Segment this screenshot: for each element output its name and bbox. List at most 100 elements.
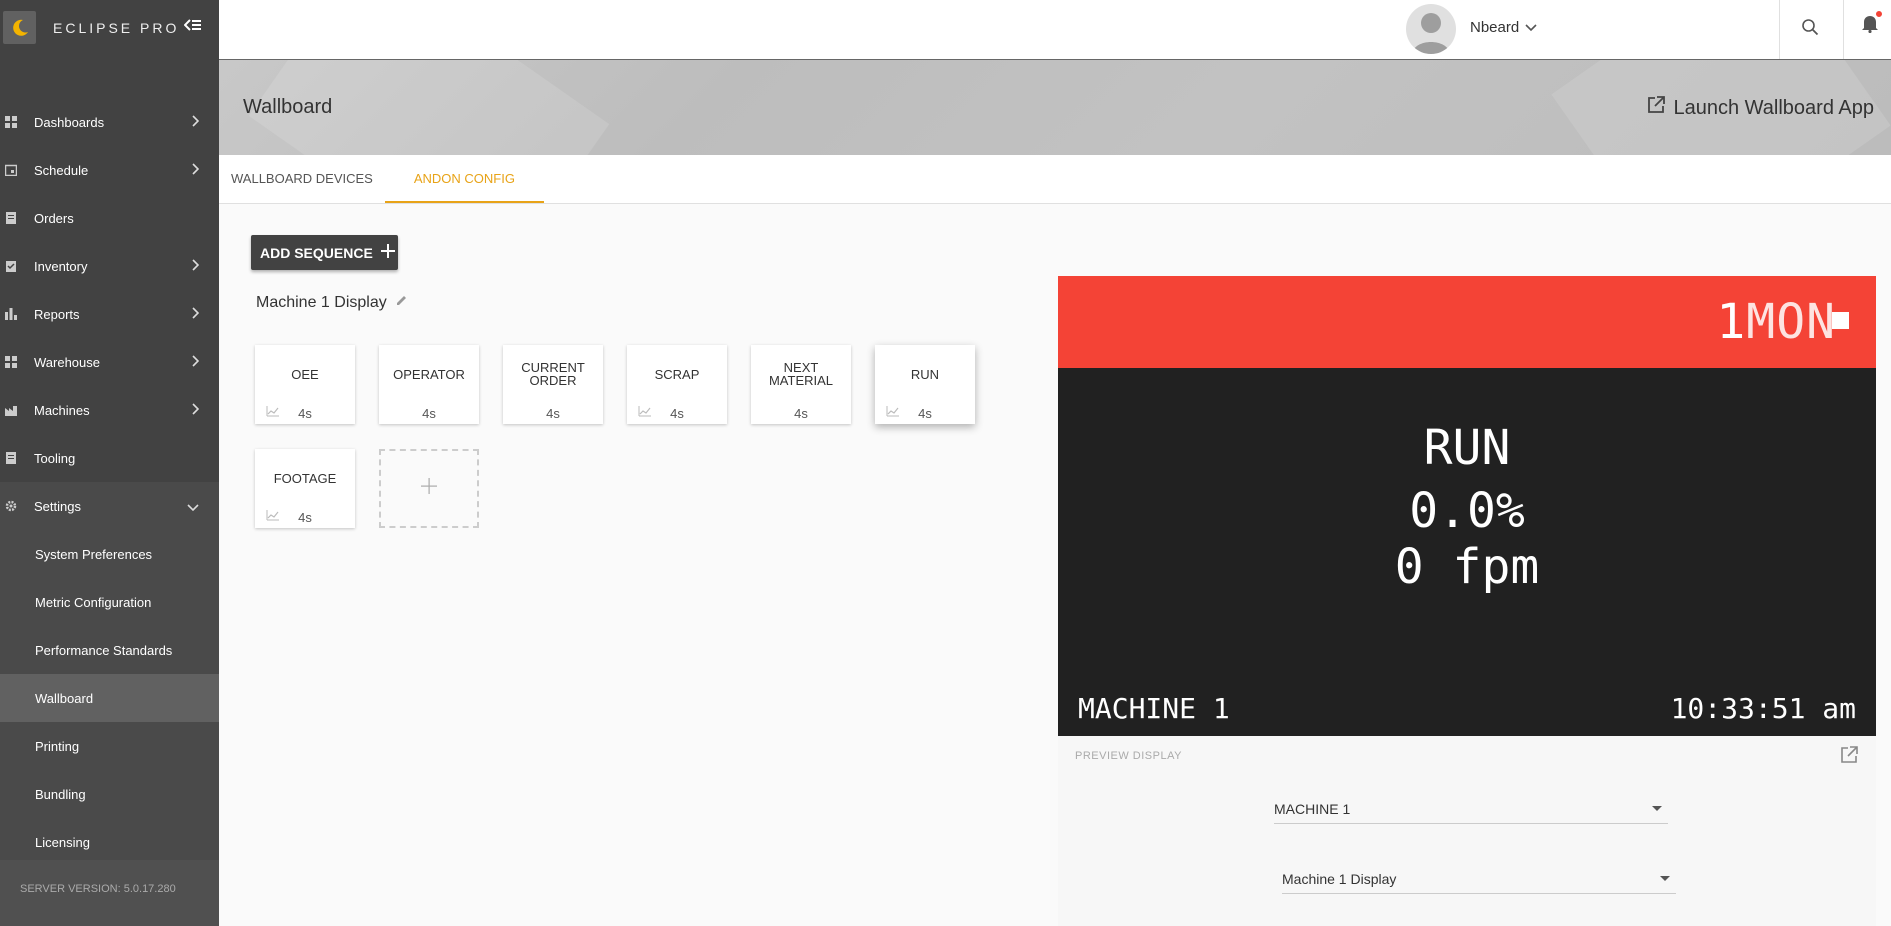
caret-down-icon bbox=[1660, 876, 1670, 881]
tab-wallboard-devices[interactable]: WALLBOARD DEVICES bbox=[219, 155, 385, 203]
preview-display-label: PREVIEW DISPLAY bbox=[1075, 750, 1182, 762]
card-duration: 4s bbox=[670, 406, 684, 421]
display-name: Machine 1 Display bbox=[256, 294, 387, 311]
sidebar-item-settings[interactable]: Settings bbox=[0, 482, 219, 530]
card-label: CURRENT ORDER bbox=[521, 360, 585, 388]
dashboard-icon bbox=[5, 116, 17, 128]
sequence-title: Machine 1 Display bbox=[256, 294, 408, 312]
sidebar-subitem-metric-configuration[interactable]: Metric Configuration bbox=[0, 578, 219, 626]
machine-select[interactable]: MACHINE 1 bbox=[1274, 794, 1668, 824]
tab-bar: WALLBOARD DEVICES ANDON CONFIG bbox=[219, 155, 1891, 204]
avatar[interactable] bbox=[1406, 4, 1456, 54]
sidebar-item-label: Reports bbox=[34, 306, 80, 322]
chevron-right-icon bbox=[191, 163, 200, 178]
preview-percent: 0.0% bbox=[1409, 483, 1525, 539]
sidebar-item-label: Dashboards bbox=[34, 114, 105, 130]
clipboard-check-icon bbox=[5, 260, 17, 272]
grid-icon bbox=[5, 356, 17, 368]
tab-andon-config[interactable]: ANDON CONFIG bbox=[384, 155, 544, 203]
preview-top-day: MON bbox=[1746, 294, 1836, 350]
card-duration: 4s bbox=[422, 406, 436, 421]
sidebar-subitem-printing[interactable]: Printing bbox=[0, 722, 219, 770]
display-select[interactable]: Machine 1 Display bbox=[1282, 864, 1676, 894]
sidebar-item-dashboards[interactable]: Dashboards bbox=[0, 98, 219, 146]
machine-select-value: MACHINE 1 bbox=[1274, 800, 1351, 817]
sequence-card-oee[interactable]: OEE 4s bbox=[255, 345, 355, 424]
notifications-button[interactable] bbox=[1855, 10, 1885, 40]
moon-logo-icon bbox=[3, 11, 36, 44]
sequence-card-run[interactable]: RUN 4s bbox=[875, 345, 975, 424]
external-link-icon bbox=[1647, 96, 1666, 120]
preview-time: 10:33:51 am bbox=[1670, 692, 1856, 725]
preview-status: RUN bbox=[1423, 420, 1511, 476]
open-in-new-icon[interactable] bbox=[1840, 746, 1858, 769]
chevron-right-icon bbox=[191, 307, 200, 322]
card-duration: 4s bbox=[794, 406, 808, 421]
notification-badge bbox=[1875, 10, 1883, 18]
preview-display: RUN 0.0% 0 fpm MACHINE 1 10:33:51 am bbox=[1058, 368, 1876, 736]
user-menu[interactable]: Nbeard bbox=[1470, 19, 1537, 36]
add-card-button[interactable] bbox=[379, 449, 479, 528]
launch-wallboard-label: Launch Wallboard App bbox=[1673, 96, 1874, 119]
card-label: NEXT MATERIAL bbox=[768, 360, 834, 388]
server-version: SERVER VERSION: 5.0.17.280 bbox=[0, 860, 219, 926]
sidebar-subitem-bundling[interactable]: Bundling bbox=[0, 770, 219, 818]
card-label: OEE bbox=[291, 366, 319, 382]
sequence-card-next-material[interactable]: NEXT MATERIAL 4s bbox=[751, 345, 851, 424]
add-sequence-button[interactable]: ADD SEQUENCE bbox=[251, 235, 398, 270]
page-banner: Wallboard Launch Wallboard App bbox=[219, 60, 1891, 155]
card-label: SCRAP bbox=[654, 366, 700, 382]
bar-chart-icon bbox=[5, 308, 17, 320]
sidebar-item-machines[interactable]: Machines bbox=[0, 386, 219, 434]
sidebar-item-label: Machines bbox=[34, 402, 90, 418]
preview-panel: 1MON RUN 0.0% 0 fpm MACHINE 1 10:33:51 a… bbox=[1058, 276, 1876, 926]
sidebar-subitem-licensing[interactable]: Licensing bbox=[0, 818, 219, 866]
page-title: Wallboard bbox=[243, 96, 333, 118]
sidebar-item-reports[interactable]: Reports bbox=[0, 290, 219, 338]
launch-wallboard-link[interactable]: Launch Wallboard App bbox=[1647, 96, 1874, 120]
sequence-card-current-order[interactable]: CURRENT ORDER 4s bbox=[503, 345, 603, 424]
preview-top-text: 1MON bbox=[1716, 294, 1836, 350]
sequence-card-scrap[interactable]: SCRAP 4s bbox=[627, 345, 727, 424]
sidebar: ECLIPSE PRO Dashboards Schedule Orders I… bbox=[0, 0, 219, 926]
chevron-down-icon bbox=[1525, 19, 1537, 36]
chevron-right-icon bbox=[191, 355, 200, 370]
preview-machine: MACHINE 1 bbox=[1078, 692, 1230, 725]
add-sequence-label: ADD SEQUENCE bbox=[260, 244, 373, 261]
gear-icon bbox=[5, 500, 17, 512]
document-icon bbox=[5, 452, 17, 464]
caret-down-icon bbox=[1652, 806, 1662, 811]
preview-top-number: 1 bbox=[1716, 294, 1747, 350]
card-label: FOOTAGE bbox=[273, 470, 337, 486]
chevron-right-icon bbox=[191, 403, 200, 418]
plus-icon bbox=[380, 244, 395, 261]
topbar-divider bbox=[1779, 0, 1780, 59]
search-button[interactable] bbox=[1795, 14, 1825, 44]
sidebar-subitem-system-preferences[interactable]: System Preferences bbox=[0, 530, 219, 578]
preview-top-bar: 1MON bbox=[1058, 276, 1876, 368]
chevron-right-icon bbox=[191, 115, 200, 130]
topbar-divider bbox=[1843, 0, 1844, 59]
sequence-card-operator[interactable]: OPERATOR 4s bbox=[379, 345, 479, 424]
sidebar-item-schedule[interactable]: Schedule bbox=[0, 146, 219, 194]
card-duration: 4s bbox=[298, 510, 312, 525]
collapse-menu-icon[interactable] bbox=[183, 17, 202, 38]
sidebar-subitem-performance-standards[interactable]: Performance Standards bbox=[0, 626, 219, 674]
calendar-icon bbox=[5, 164, 17, 176]
sidebar-item-orders[interactable]: Orders bbox=[0, 194, 219, 242]
sidebar-item-label: Orders bbox=[34, 210, 74, 226]
plus-icon bbox=[421, 478, 437, 499]
chevron-down-icon bbox=[187, 499, 199, 514]
card-duration: 4s bbox=[918, 406, 932, 421]
chevron-right-icon bbox=[191, 259, 200, 274]
sidebar-item-tooling[interactable]: Tooling bbox=[0, 434, 219, 482]
sidebar-item-label: Settings bbox=[34, 498, 81, 514]
sidebar-item-inventory[interactable]: Inventory bbox=[0, 242, 219, 290]
sequence-card-footage[interactable]: FOOTAGE 4s bbox=[255, 449, 355, 528]
top-bar bbox=[219, 0, 1891, 60]
sidebar-subitem-wallboard[interactable]: Wallboard bbox=[0, 674, 219, 722]
pencil-icon[interactable] bbox=[395, 294, 408, 312]
sidebar-item-warehouse[interactable]: Warehouse bbox=[0, 338, 219, 386]
brand: ECLIPSE PRO bbox=[0, 0, 219, 55]
sidebar-item-label: Warehouse bbox=[34, 354, 100, 370]
